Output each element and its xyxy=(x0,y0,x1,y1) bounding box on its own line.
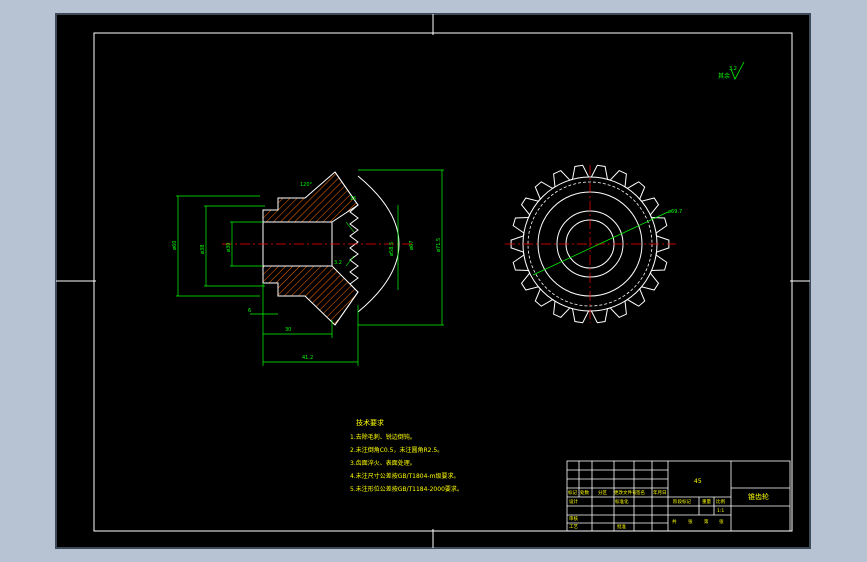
notes-item-3: 3.齿面淬火、表面处理。 xyxy=(350,459,416,467)
tb-label-mark: 标记 xyxy=(568,489,577,496)
dim-hub-dia: ø38 xyxy=(200,245,206,254)
dim-chamfer: 6 xyxy=(248,308,251,314)
tb-sheet-unit-2: 张 xyxy=(719,518,724,525)
cad-drawing: 其余 3.2 ø60 ø38 ø30 ø58.5 ø67 ø71.5 120° … xyxy=(55,13,811,549)
drawing-sheet xyxy=(55,13,811,549)
tb-sheet: 共 xyxy=(672,518,677,525)
notes-item-4: 4.未注尺寸公差按GB/T1804-m级要求。 xyxy=(350,472,459,480)
tb-process: 工艺 xyxy=(569,524,578,530)
tb-designer: 设计 xyxy=(569,498,578,505)
dim-left-height: ø60 xyxy=(172,241,178,250)
tb-approve: 批准 xyxy=(617,523,626,530)
dim-overall-len: 41.2 xyxy=(302,355,313,361)
dim-hub-len: 30 xyxy=(285,327,291,333)
tb-scale: 比例 xyxy=(716,498,725,505)
svg-text:其余: 其余 xyxy=(718,72,730,80)
tb-review: 审核 xyxy=(569,515,578,522)
tb-ratio: 1:1 xyxy=(717,508,724,514)
tb-label-date: 年月日 xyxy=(653,489,667,496)
dim-bore-dia: ø30 xyxy=(226,243,232,252)
tb-standard: 标准化 xyxy=(615,498,629,505)
notes-item-2: 2.未注倒角C0.5，未注圆角R2.5。 xyxy=(350,446,443,454)
dim-overall-dia: ø71.5 xyxy=(436,238,442,252)
surface-finish-value: 3.2 xyxy=(729,66,737,72)
tb-part-name: 锥齿轮 xyxy=(748,492,769,501)
dim-angle: 120° xyxy=(300,182,313,188)
tip-dia-label: ø69.7 xyxy=(668,209,682,215)
dim-tooth-len: 3.2 xyxy=(334,260,342,266)
dim-cone-dia-1: ø58.5 xyxy=(389,242,395,256)
tb-label-count: 处数 xyxy=(580,489,589,496)
dim-cone-dia-2: ø67 xyxy=(409,241,415,250)
tb-label-sign: 签名 xyxy=(636,489,645,496)
tb-label-zone: 分区 xyxy=(598,489,607,496)
tb-sheet-of: 第 xyxy=(704,518,709,525)
tb-stage: 阶段标记 xyxy=(673,498,691,505)
tb-weight: 重量 xyxy=(702,498,711,505)
notes-item-1: 1.去除毛刺、锐边倒钝。 xyxy=(350,433,416,441)
tb-sheet-unit-1: 张 xyxy=(688,518,693,525)
tb-label-change: 更改文件号 xyxy=(614,489,637,496)
dim-face-width: 15 xyxy=(350,196,356,202)
notes-title: 技术要求 xyxy=(356,418,384,427)
notes-item-5: 5.未注形位公差按GB/T1184-2000要求。 xyxy=(350,485,463,493)
tb-material: 45 xyxy=(694,478,702,485)
